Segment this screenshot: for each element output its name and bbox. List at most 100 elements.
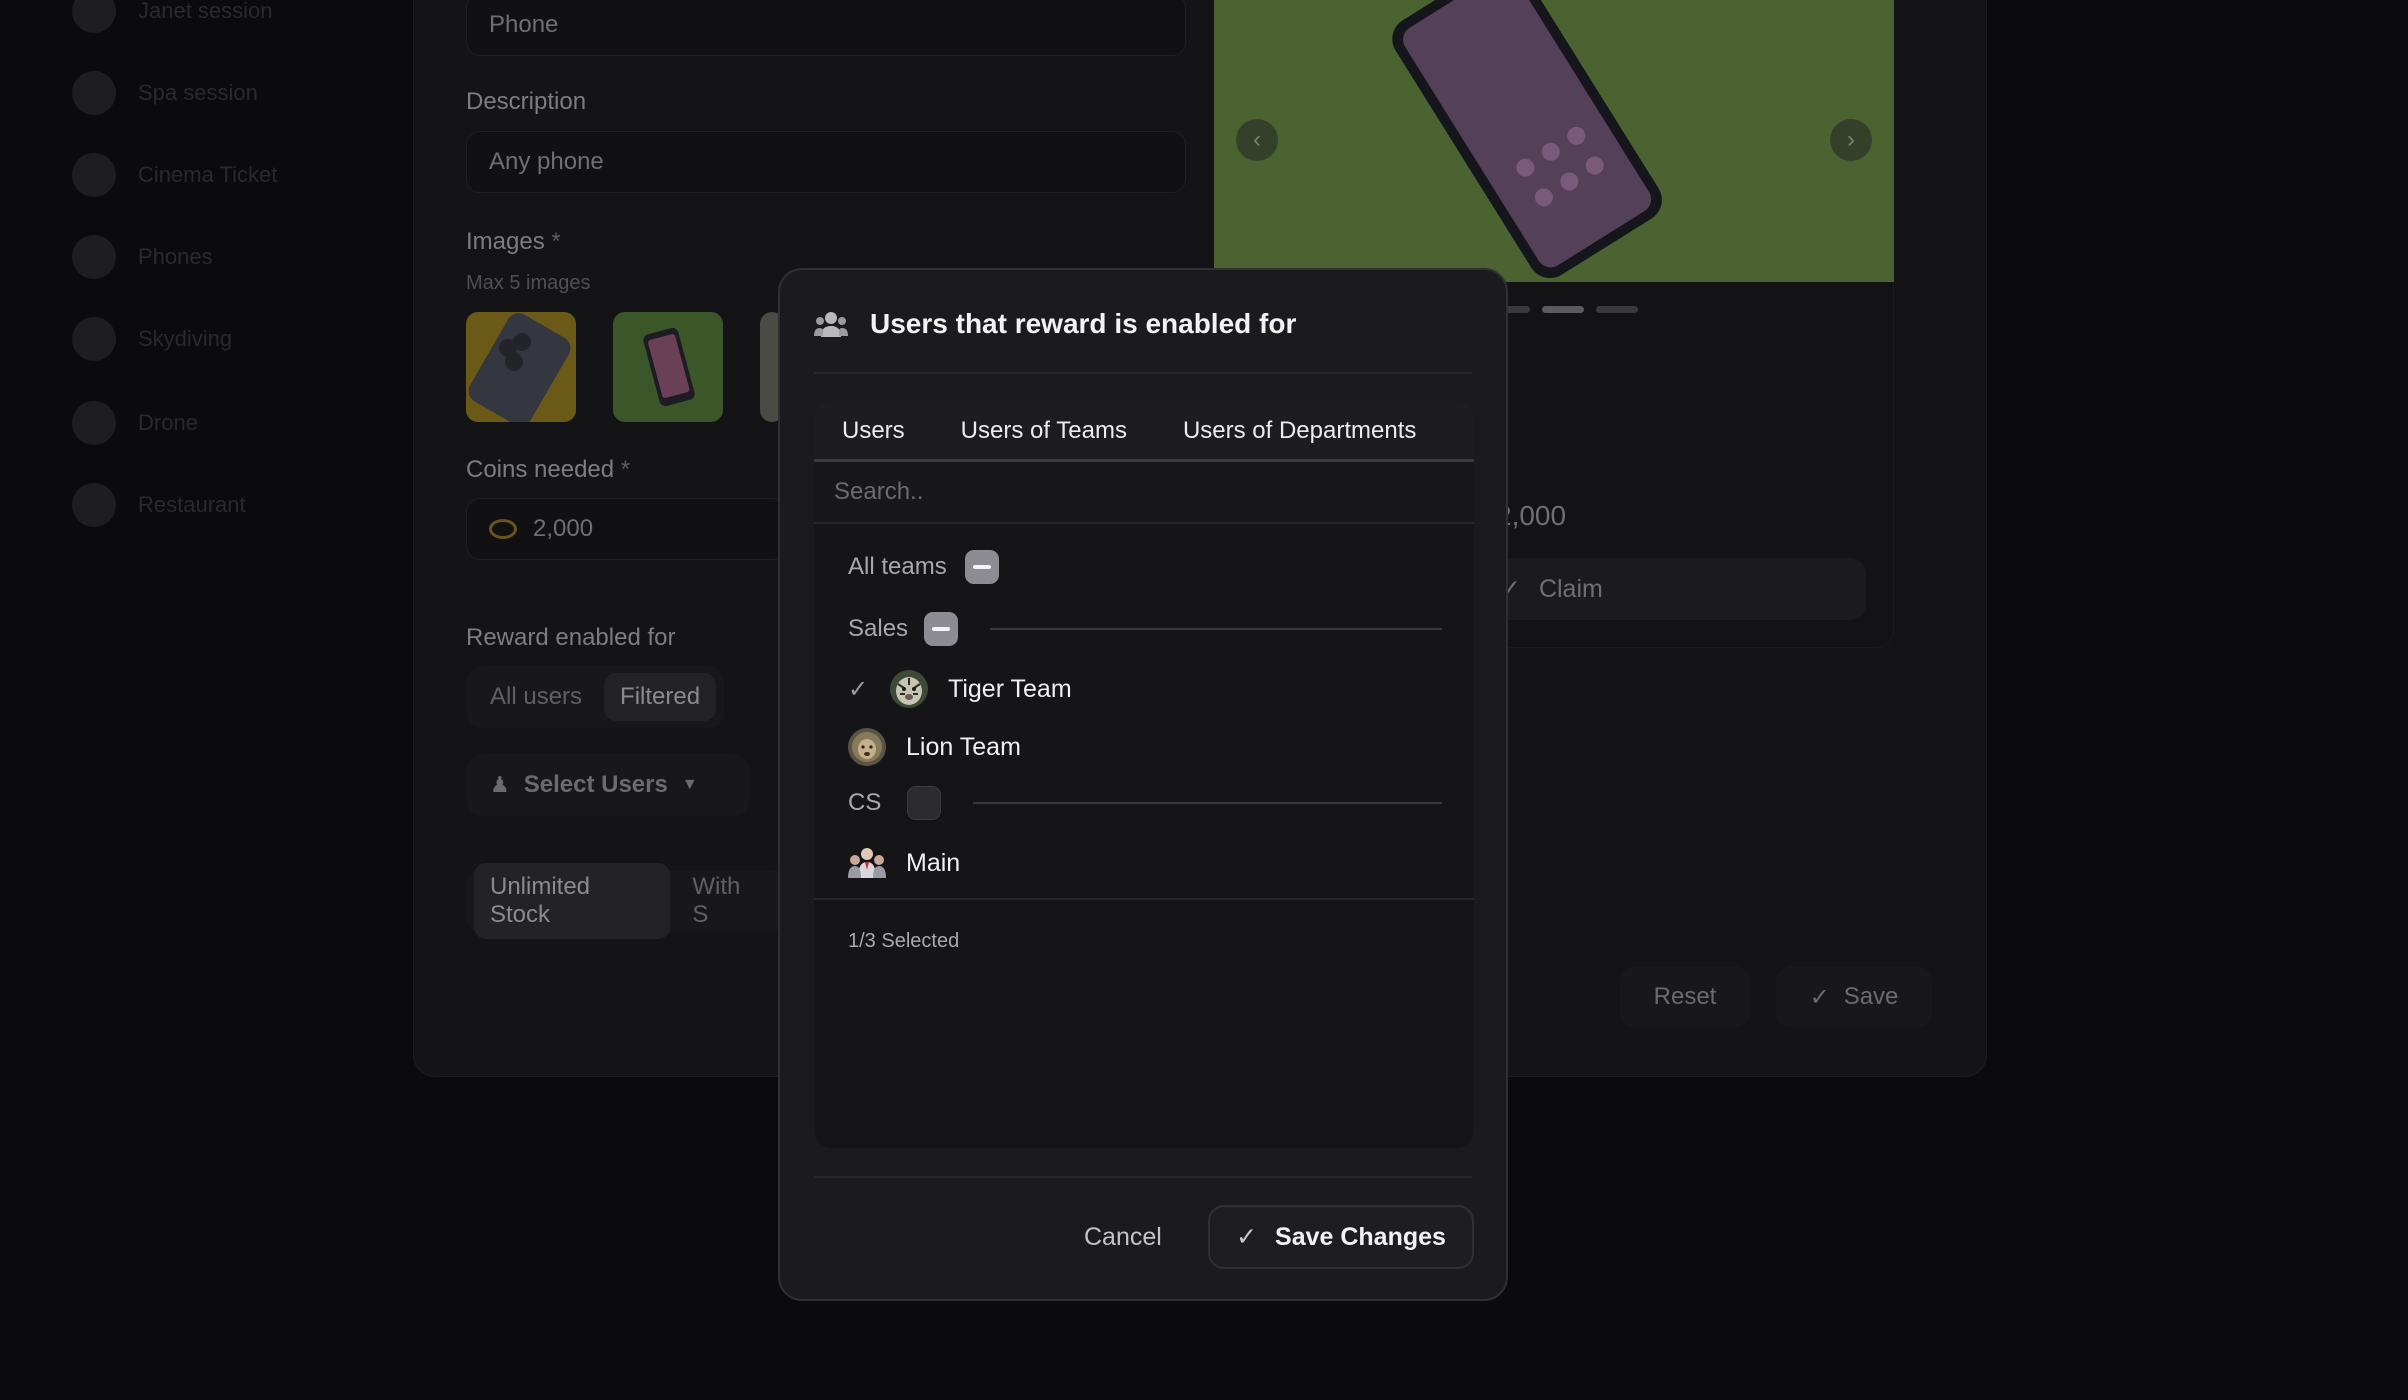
users-group-icon: [814, 312, 848, 337]
search-input[interactable]: [814, 462, 1474, 522]
spa-icon: [72, 71, 116, 115]
cancel-label: Cancel: [1084, 1222, 1162, 1251]
sidebar-item[interactable]: Drone: [72, 398, 198, 448]
sidebar-item-label: Spa session: [138, 80, 258, 105]
coins-label-text: Coins needed: [466, 456, 615, 483]
sidebar-item[interactable]: Restaurant: [72, 480, 246, 530]
check-icon: ✓: [1809, 983, 1830, 1011]
group-label: CS: [848, 789, 882, 816]
users-icon: ♟: [490, 772, 510, 797]
tiger-avatar: [890, 670, 928, 708]
divider: [814, 372, 1472, 374]
tab-bar: Users Users of Teams Users of Department…: [814, 400, 1474, 465]
save-changes-button[interactable]: ✓ Save Changes: [1208, 1205, 1474, 1269]
sidebar-item[interactable]: Cinema Ticket: [72, 150, 277, 200]
name-field[interactable]: Phone: [466, 0, 1186, 56]
with-stock-option[interactable]: With S: [676, 863, 778, 939]
description-value: Any phone: [489, 148, 604, 175]
ticket-icon: [72, 153, 116, 197]
sidebar: Janet session Spa session Cinema Ticket …: [0, 0, 380, 1400]
tab-users[interactable]: Users: [814, 400, 933, 462]
filtered-option[interactable]: Filtered: [604, 673, 717, 721]
select-users-label: Select Users: [523, 771, 668, 798]
group-label: Sales: [848, 615, 909, 642]
tab-users-of-departments[interactable]: Users of Departments: [1155, 400, 1444, 462]
divider: [814, 898, 1474, 900]
group-divider: [973, 802, 1442, 804]
unlimited-stock-option[interactable]: Unlimited Stock: [474, 863, 671, 939]
team-name: Main: [906, 848, 961, 877]
group-divider: [990, 628, 1442, 630]
group-checkbox[interactable]: [907, 786, 942, 820]
claim-label: Claim: [1538, 574, 1603, 603]
sidebar-item-label: Phones: [138, 244, 213, 269]
lion-avatar: [848, 728, 886, 766]
modal-header: Users that reward is enabled for: [814, 308, 1296, 340]
images-hint: Max 5 images: [466, 272, 591, 294]
all-teams-row[interactable]: All teams: [848, 550, 999, 584]
drone-icon: [72, 401, 116, 445]
sidebar-item[interactable]: Skydiving: [72, 314, 232, 364]
selected-count: 1/3 Selected: [848, 930, 960, 952]
claim-button[interactable]: ✓ Claim: [1480, 558, 1866, 620]
carousel-prev-button[interactable]: ‹: [1236, 119, 1278, 161]
sidebar-item[interactable]: Spa session: [72, 68, 258, 118]
minus-icon: [932, 627, 951, 631]
sidebar-item-label: Drone: [138, 410, 198, 435]
team-row[interactable]: Main: [848, 844, 960, 882]
minus-icon: [972, 565, 991, 569]
required-mark: *: [551, 228, 561, 255]
save-changes-label: Save Changes: [1275, 1222, 1446, 1251]
images-label-text: Images: [466, 228, 545, 255]
sidebar-item[interactable]: Janet session: [72, 0, 273, 36]
description-label: Description: [466, 88, 587, 115]
sidebar-item-label: Cinema Ticket: [138, 162, 278, 187]
search-bar: [814, 462, 1474, 524]
save-button[interactable]: ✓ Save: [1776, 966, 1932, 1028]
cancel-button[interactable]: Cancel: [1062, 1207, 1184, 1267]
coins-value: 2,000: [533, 515, 594, 542]
team-row[interactable]: ✓ Tiger Team: [848, 670, 1072, 708]
tab-users-of-teams[interactable]: Users of Teams: [932, 400, 1156, 465]
stock-toggle: Unlimited Stock With S: [466, 863, 786, 939]
group-avatar: [848, 844, 886, 882]
modal-title: Users that reward is enabled for: [870, 308, 1297, 339]
coins-label: Coins needed *: [466, 456, 630, 484]
coins-field[interactable]: 2,000: [466, 498, 786, 560]
skydiving-icon: [72, 317, 116, 361]
session-icon: [72, 0, 116, 33]
sidebar-item[interactable]: Phones: [72, 232, 213, 282]
product-image-preview: ‹ ›: [1214, 0, 1894, 282]
carousel-dot[interactable]: [1596, 306, 1638, 313]
reset-button[interactable]: Reset: [1620, 966, 1750, 1028]
save-label: Save: [1843, 983, 1899, 1010]
carousel-dot[interactable]: [1542, 306, 1584, 313]
image-thumbnail[interactable]: [466, 312, 576, 422]
image-thumbnail[interactable]: [613, 312, 723, 422]
all-teams-checkbox[interactable]: [964, 550, 999, 584]
team-row[interactable]: Lion Team: [848, 728, 1021, 766]
team-name: Lion Team: [906, 732, 1021, 761]
sidebar-item-label: Skydiving: [138, 326, 233, 351]
users-filter-modal: Users that reward is enabled for Users U…: [778, 268, 1508, 1301]
all-users-option[interactable]: All users: [474, 673, 598, 721]
select-users-dropdown[interactable]: ♟ Select Users ▼: [466, 754, 750, 816]
divider: [814, 1176, 1472, 1178]
description-field[interactable]: Any phone: [466, 131, 1186, 193]
team-name: Tiger Team: [948, 674, 1072, 703]
check-icon: ✓: [848, 675, 869, 703]
coin-icon: [489, 519, 517, 539]
team-picker: Users Users of Teams Users of Department…: [814, 400, 1474, 1148]
chevron-down-icon: ▼: [681, 776, 698, 793]
group-checkbox[interactable]: [924, 612, 959, 646]
required-mark: *: [620, 456, 631, 483]
phone-icon: [72, 235, 116, 279]
reset-label: Reset: [1653, 983, 1717, 1010]
carousel-next-button[interactable]: ›: [1830, 119, 1872, 161]
chevron-left-icon: ‹: [1253, 126, 1261, 153]
restaurant-icon: [72, 483, 116, 527]
check-icon: ✓: [1236, 1223, 1258, 1251]
group-row-cs: CS: [848, 786, 1442, 820]
reward-enabled-toggle: All users Filtered: [466, 666, 725, 728]
group-row-sales: Sales: [848, 612, 1442, 646]
